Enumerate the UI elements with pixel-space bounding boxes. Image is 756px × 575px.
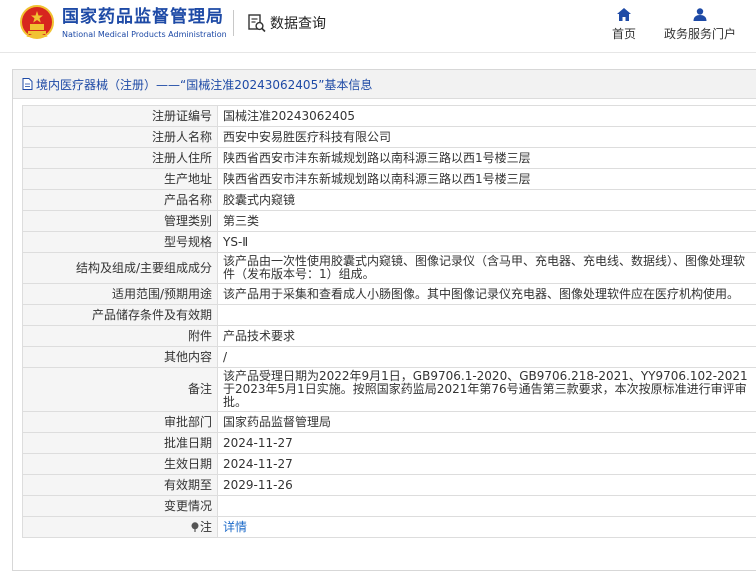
table-row: 管理类别 第三类	[22, 210, 756, 232]
field-value: 第三类	[217, 210, 756, 232]
panel-title-bar: 境内医疗器械（注册）——“国械注准20243062405”基本信息	[13, 70, 756, 99]
field-value: 国械注准20243062405	[217, 105, 756, 127]
table-row: 备注 该产品受理日期为2022年9月1日，GB9706.1-2020、GB9706…	[22, 367, 756, 412]
table-row: 批准日期 2024-11-27	[22, 432, 756, 454]
table-row: 生产地址 陕西省西安市沣东新城规划路以南科源三路以西1号楼三层	[22, 168, 756, 190]
field-value: 产品技术要求	[217, 325, 756, 347]
data-query-icon	[248, 14, 266, 33]
field-value: 胶囊式内窥镜	[217, 189, 756, 211]
field-label: 生产地址	[22, 168, 218, 190]
home-icon	[617, 8, 631, 21]
note-label: 注	[199, 519, 212, 534]
table-row: 结构及组成/主要组成成分 该产品由一次性使用胶囊式内窥镜、图像记录仪（含马甲、充电…	[22, 252, 756, 284]
details-link[interactable]: 详情	[223, 520, 247, 534]
field-value: 2024-11-27	[217, 432, 756, 454]
field-label: 附件	[22, 325, 218, 347]
table-row: 审批部门 国家药品监督管理局	[22, 411, 756, 433]
nav-service-label: 政务服务门户	[664, 27, 737, 41]
field-value: 该产品由一次性使用胶囊式内窥镜、图像记录仪（含马甲、充电器、充电线、数据线）、图…	[217, 252, 756, 284]
table-row: 附件 产品技术要求	[22, 325, 756, 347]
table-row: 变更情况	[22, 495, 756, 517]
data-query-link[interactable]: 数据查询	[247, 13, 326, 33]
field-value: 2029-11-26	[217, 474, 756, 496]
table-row: 注 详情	[22, 516, 756, 538]
field-value	[217, 495, 756, 517]
field-value: 国家药品监督管理局	[217, 411, 756, 433]
field-label: 管理类别	[22, 210, 218, 232]
table-row: 产品储存条件及有效期	[22, 304, 756, 326]
table-row: 注册证编号 国械注准20243062405	[22, 105, 756, 127]
field-label: 产品名称	[22, 189, 218, 211]
table-row: 适用范围/预期用途 该产品用于采集和查看成人小肠图像。其中图像记录仪充电器、图像处…	[22, 283, 756, 305]
field-label: 适用范围/预期用途	[22, 283, 218, 305]
site-brand[interactable]: 国家药品监督管理局 National Medical Products Admi…	[62, 7, 227, 39]
brand-name-en: National Medical Products Administration	[62, 30, 227, 39]
field-value: 西安中安易胜医疗科技有限公司	[217, 126, 756, 148]
table-row: 产品名称 胶囊式内窥镜	[22, 189, 756, 211]
field-value: /	[217, 346, 756, 368]
brand-name-cn: 国家药品监督管理局	[62, 7, 224, 27]
field-value: 2024-11-27	[217, 453, 756, 475]
device-info-table: 注册证编号 国械注准20243062405 注册人名称 西安中安易胜医疗科技有限公司…	[22, 105, 756, 538]
panel-title: 境内医疗器械（注册）——“国械注准20243062405”基本信息	[36, 77, 373, 92]
national-emblem-icon	[20, 5, 54, 39]
table-row: 注册人住所 陕西省西安市沣东新城规划路以南科源三路以西1号楼三层	[22, 147, 756, 169]
field-label: 批准日期	[22, 432, 218, 454]
field-label: 有效期至	[22, 474, 218, 496]
table-row: 其他内容 /	[22, 346, 756, 368]
site-header: 国家药品监督管理局 National Medical Products Admi…	[0, 0, 756, 53]
field-value: 该产品受理日期为2022年9月1日，GB9706.1-2020、GB9706.2…	[217, 367, 756, 412]
detail-panel: 境内医疗器械（注册）——“国械注准20243062405”基本信息 注册证编号国…	[12, 69, 756, 571]
field-value: 陕西省西安市沣东新城规划路以南科源三路以西1号楼三层	[217, 147, 756, 169]
table-row: 注册人名称 西安中安易胜医疗科技有限公司	[22, 126, 756, 148]
field-value: YS-Ⅱ	[217, 231, 756, 253]
nav-service-portal[interactable]: 政务服务门户	[664, 8, 736, 42]
field-label: 注册证编号	[22, 105, 218, 127]
field-label: 结构及组成/主要组成成分	[22, 252, 218, 284]
user-icon	[693, 8, 707, 21]
field-value	[217, 304, 756, 326]
table-row: 有效期至 2029-11-26	[22, 474, 756, 496]
field-label: 变更情况	[22, 495, 218, 517]
field-label: 型号规格	[22, 231, 218, 253]
table-row: 型号规格 YS-Ⅱ	[22, 231, 756, 253]
field-value: 详情	[217, 516, 756, 538]
field-label: 审批部门	[22, 411, 218, 433]
field-label: 注册人名称	[22, 126, 218, 148]
data-query-label: 数据查询	[270, 16, 326, 32]
field-value: 陕西省西安市沣东新城规划路以南科源三路以西1号楼三层	[217, 168, 756, 190]
nav-home-label: 首页	[612, 27, 637, 41]
header-divider	[233, 10, 234, 36]
document-icon	[22, 78, 33, 90]
field-label: 产品储存条件及有效期	[22, 304, 218, 326]
field-label: 注	[22, 516, 218, 538]
field-label: 备注	[22, 367, 218, 412]
pin-icon	[191, 521, 199, 532]
table-row: 生效日期 2024-11-27	[22, 453, 756, 475]
field-label: 生效日期	[22, 453, 218, 475]
nav-home[interactable]: 首页	[612, 8, 636, 42]
field-label: 注册人住所	[22, 147, 218, 169]
field-label: 其他内容	[22, 346, 218, 368]
field-value: 该产品用于采集和查看成人小肠图像。其中图像记录仪充电器、图像处理软件应在医疗机构…	[217, 283, 756, 305]
